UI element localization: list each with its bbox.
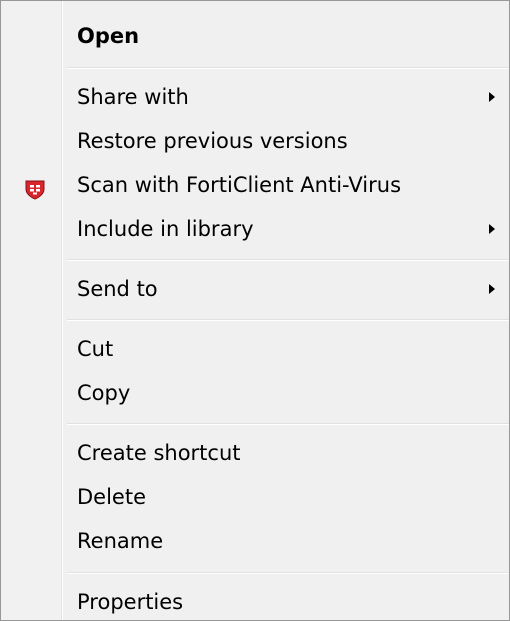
menu-item-delete[interactable]: Delete: [1, 478, 509, 516]
menu-item-rename[interactable]: Rename: [1, 522, 509, 560]
menu-item-properties[interactable]: Properties: [1, 583, 509, 620]
menu-item-label: Create shortcut: [77, 441, 241, 465]
menu-separator: [67, 423, 509, 425]
menu-separator: [67, 259, 509, 261]
menu-item-scan-forticlient[interactable]: Scan with FortiClient Anti-Virus: [1, 166, 509, 204]
menu-item-label: Open: [77, 24, 140, 48]
chevron-right-icon: [489, 92, 495, 102]
menu-item-share-with[interactable]: Share with: [1, 78, 509, 116]
menu-item-label: Scan with FortiClient Anti-Virus: [77, 173, 402, 197]
menu-item-label: Send to: [77, 277, 158, 301]
context-menu: Open Share with Restore previous version…: [0, 0, 510, 621]
menu-item-copy[interactable]: Copy: [1, 374, 509, 412]
menu-item-label: Rename: [77, 529, 164, 553]
menu-item-label: Copy: [77, 381, 131, 405]
menu-item-cut[interactable]: Cut: [1, 330, 509, 368]
menu-item-label: Properties: [77, 590, 184, 614]
chevron-right-icon: [489, 224, 495, 234]
menu-item-send-to[interactable]: Send to: [1, 270, 509, 308]
menu-item-create-shortcut[interactable]: Create shortcut: [1, 434, 509, 472]
menu-item-label: Include in library: [77, 217, 254, 241]
menu-item-label: Share with: [77, 85, 189, 109]
menu-separator: [67, 67, 509, 69]
menu-item-label: Restore previous versions: [77, 129, 348, 153]
menu-item-include-in-library[interactable]: Include in library: [1, 210, 509, 248]
menu-separator: [67, 572, 509, 574]
chevron-right-icon: [489, 284, 495, 294]
menu-item-restore-previous-versions[interactable]: Restore previous versions: [1, 122, 509, 160]
menu-item-label: Cut: [77, 337, 114, 361]
menu-item-open[interactable]: Open: [1, 17, 509, 55]
menu-separator: [67, 319, 509, 321]
forticlient-shield-icon: [24, 174, 46, 200]
menu-item-label: Delete: [77, 485, 146, 509]
